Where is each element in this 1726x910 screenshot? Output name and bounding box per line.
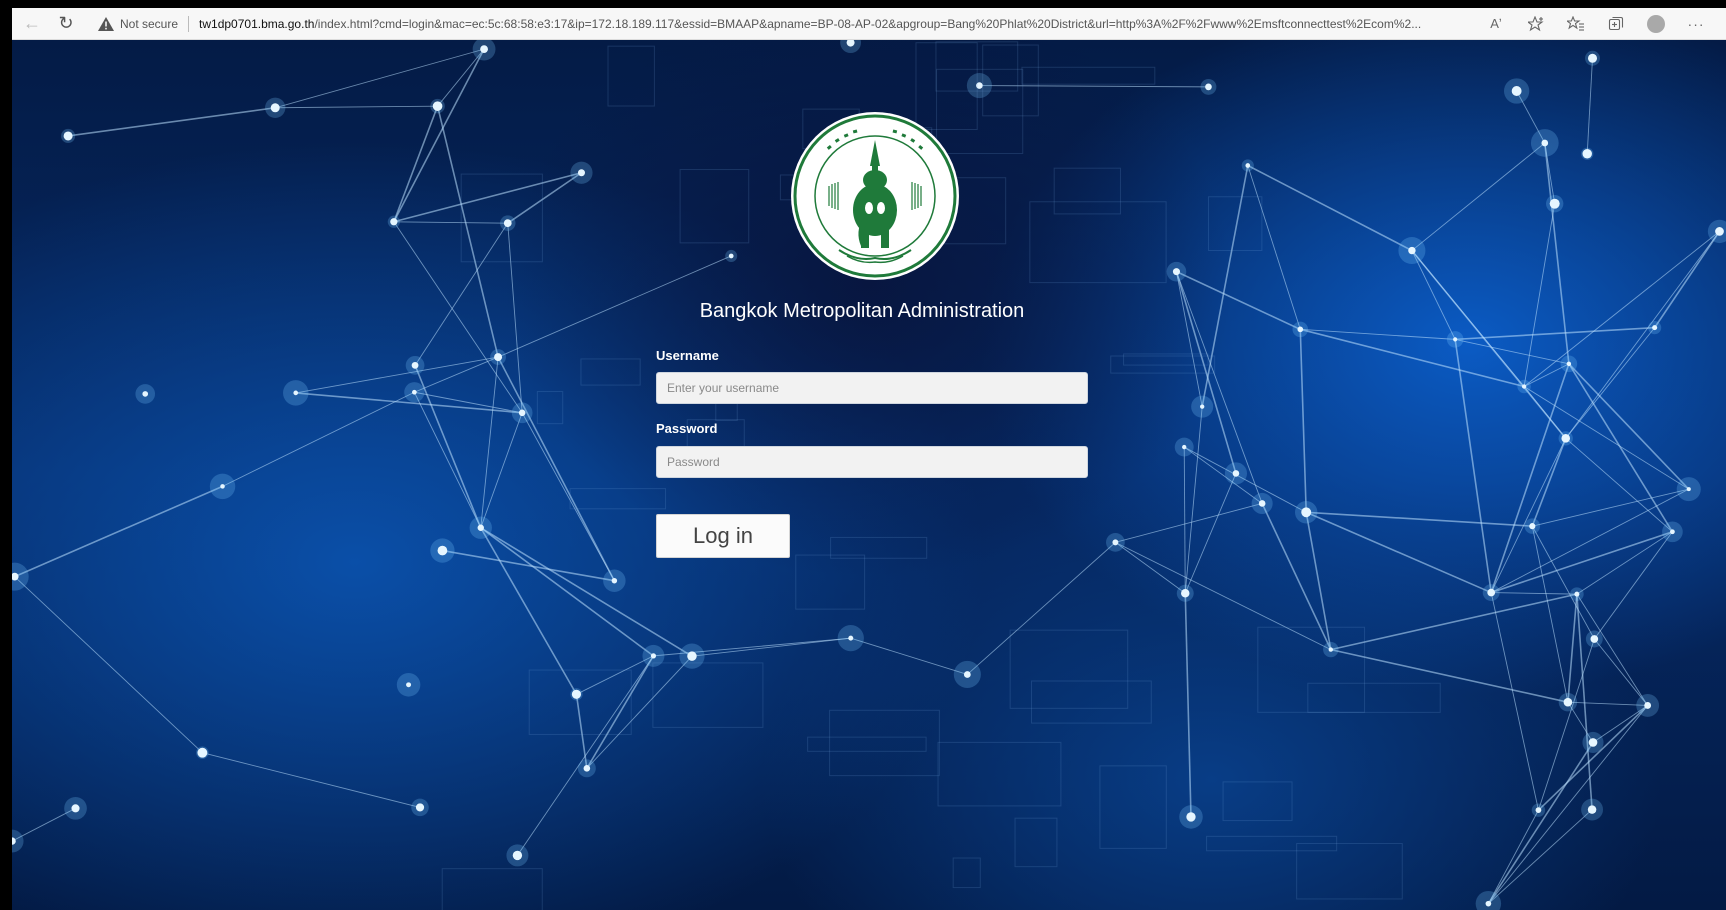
screen: ← ↻ Not secure tw1dp0701.bma.go.th/index…: [0, 0, 1726, 910]
more-icon[interactable]: ···: [1683, 11, 1709, 37]
address-separator: [188, 15, 190, 32]
collections-icon[interactable]: [1603, 11, 1629, 37]
username-label: Username: [656, 348, 719, 363]
profile-icon[interactable]: [1643, 11, 1669, 37]
security-indicator[interactable]: Not secure: [98, 16, 179, 31]
avatar: [1647, 14, 1666, 33]
page-viewport: Bangkok Metropolitan Administration User…: [12, 40, 1726, 910]
organization-name: Bangkok Metropolitan Administration: [699, 300, 1025, 322]
browser-toolbar: ← ↻ Not secure tw1dp0701.bma.go.th/index…: [12, 8, 1726, 40]
username-input[interactable]: [656, 372, 1088, 404]
warning-icon: [98, 16, 114, 31]
password-label: Password: [656, 421, 718, 436]
read-aloud-icon[interactable]: Aʼ: [1483, 11, 1509, 37]
url-host: tw1dp0701.bma.go.th: [199, 16, 315, 31]
not-secure-label: Not secure: [120, 16, 179, 31]
password-input[interactable]: [656, 446, 1088, 478]
refresh-icon[interactable]: ↻: [52, 10, 80, 38]
back-icon[interactable]: ←: [18, 10, 46, 38]
favorites-icon[interactable]: [1563, 11, 1589, 37]
bma-seal-logo: [791, 112, 959, 280]
address-bar[interactable]: tw1dp0701.bma.go.th/index.html?cmd=login…: [199, 17, 1469, 31]
add-favorite-icon[interactable]: [1523, 11, 1549, 37]
url-path: /index.html?cmd=login&mac=ec:5c:68:58:e3…: [314, 16, 1422, 31]
login-button[interactable]: Log in: [656, 514, 790, 558]
